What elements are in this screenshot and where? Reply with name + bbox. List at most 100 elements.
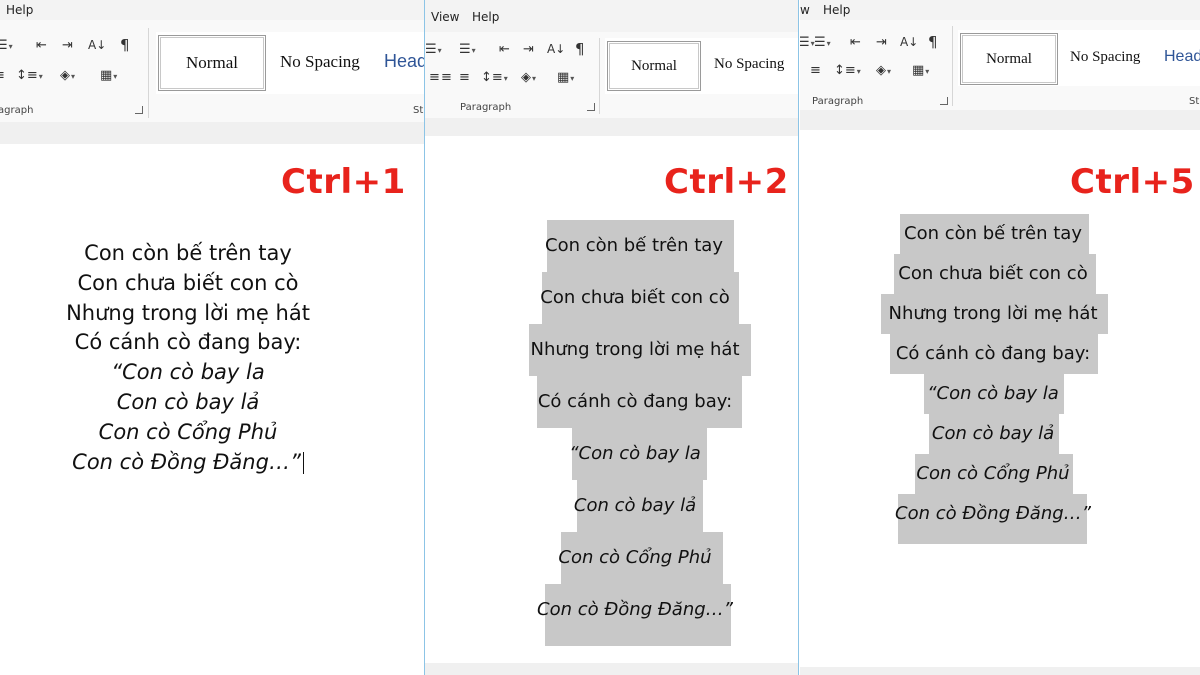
sort-icon[interactable]: A↓: [547, 41, 565, 57]
borders-icon[interactable]: ▦▾: [557, 70, 574, 87]
sort-icon[interactable]: A↓: [900, 34, 918, 50]
multilevel-list-icon[interactable]: ☰▾: [814, 35, 831, 52]
style-no-spacing[interactable]: No Spacing: [280, 52, 360, 72]
styles-gallery: Normal No Spacing Head: [156, 32, 424, 94]
bullets-icon[interactable]: ☰▾: [425, 42, 442, 59]
align-center-icon[interactable]: ≡: [441, 70, 452, 86]
style-no-spacing[interactable]: No Spacing: [1070, 49, 1140, 66]
line-spacing-icon[interactable]: ↕≡▾: [16, 68, 43, 85]
shading-icon[interactable]: ◈▾: [876, 63, 891, 80]
borders-icon[interactable]: ▦▾: [912, 63, 929, 80]
poem-line: Con cò Đồng Đăng…”: [72, 449, 301, 474]
poem-line: Con cò bay lả: [931, 423, 1055, 444]
menu-bar: View Help: [425, 0, 798, 32]
ribbon: ☰▾ ⇤ ⇥ A↓ ¶ ≡ ↕≡▾ ◈▾ ▦▾ agraph Normal No…: [0, 20, 424, 122]
shading-icon[interactable]: ◈▾: [521, 70, 536, 87]
menu-bar: Help: [0, 0, 424, 20]
group-divider: [952, 26, 953, 106]
menu-view[interactable]: View: [431, 10, 459, 24]
line-spacing-icon[interactable]: ↕≡▾: [834, 63, 861, 80]
poem-line: Con cò Đồng Đăng…”: [895, 503, 1091, 524]
poem-line: Có cánh cò đang bay:: [895, 343, 1091, 364]
align-left-icon[interactable]: ≡: [429, 70, 440, 86]
style-normal[interactable]: Normal: [607, 41, 701, 91]
screenshot-comparison: Help ☰▾ ⇤ ⇥ A↓ ¶ ≡ ↕≡▾ ◈▾ ▦▾ agraph Norm…: [0, 0, 1200, 675]
poem-block: Con còn bế trên tay Con chưa biết con cò…: [30, 239, 346, 477]
line-spacing-icon[interactable]: ↕≡▾: [481, 70, 508, 87]
pilcrow-icon[interactable]: ¶: [928, 34, 938, 50]
poem-line: Có cánh cò đang bay:: [74, 330, 302, 355]
text-cursor: [302, 451, 304, 474]
paragraph-group-label: Paragraph: [812, 96, 864, 107]
poem-line: Con cò Đồng Đăng…”: [537, 599, 733, 620]
bullets-icon[interactable]: ☰▾: [800, 35, 815, 52]
sort-icon[interactable]: A↓: [88, 37, 106, 53]
increase-indent-icon[interactable]: ⇥: [62, 38, 73, 54]
style-normal[interactable]: Normal: [960, 33, 1058, 85]
poem-line: Con cò Cổng Phủ: [558, 547, 712, 568]
style-no-spacing[interactable]: No Spacing: [714, 56, 784, 73]
paragraph-dialog-launcher-icon[interactable]: [940, 97, 948, 105]
pilcrow-icon[interactable]: ¶: [575, 41, 585, 57]
borders-icon[interactable]: ▦▾: [100, 68, 117, 85]
shortcut-label: Ctrl+2: [664, 162, 789, 202]
document-page[interactable]: Ctrl+5 Con còn bế trên tay Con chưa biết…: [800, 130, 1200, 667]
poem-line: “Con cò bay la: [569, 443, 701, 464]
document-gap: [0, 122, 424, 144]
poem-line: Con cò Cổng Phủ: [98, 419, 278, 444]
menu-bar: w Help: [800, 0, 1200, 20]
group-divider: [148, 28, 149, 118]
pilcrow-icon[interactable]: ¶: [120, 37, 130, 53]
decrease-indent-icon[interactable]: ⇤: [36, 38, 47, 54]
decrease-indent-icon[interactable]: ⇤: [499, 42, 510, 58]
document-page[interactable]: Ctrl+1 Con còn bế trên tay Con chưa biết…: [0, 144, 424, 675]
menu-help[interactable]: Help: [823, 3, 850, 17]
paragraph-group-label: agraph: [0, 105, 34, 116]
poem-line: Con còn bế trên tay: [545, 235, 723, 256]
ribbon: ☰▾ ☰▾ ⇤ ⇥ A↓ ¶ ≡ ↕≡▾ ◈▾ ▦▾ Paragraph Nor…: [800, 20, 1200, 110]
poem-block: Con còn bế trên tay Con chưa biết con cò…: [445, 220, 798, 636]
poem-line: “Con cò bay la: [927, 383, 1059, 404]
multilevel-list-icon[interactable]: ☰▾: [0, 38, 13, 55]
poem-line: Nhưng trong lời mẹ hát: [530, 339, 740, 360]
menu-help[interactable]: Help: [6, 3, 33, 17]
shortcut-label: Ctrl+1: [281, 162, 406, 202]
word-panel-ctrl2: View Help ☰▾ ☰▾ ⇤ ⇥ A↓ ¶ ≡ ≡ ≡ ↕≡▾ ◈▾ ▦▾…: [424, 0, 799, 675]
multilevel-list-icon[interactable]: ☰▾: [459, 42, 476, 59]
poem-line: Con cò Cổng Phủ: [916, 463, 1070, 484]
menu-help[interactable]: Help: [472, 10, 499, 24]
justify-icon[interactable]: ≡: [810, 63, 821, 79]
document-gap: [425, 118, 798, 136]
ribbon: ☰▾ ☰▾ ⇤ ⇥ A↓ ¶ ≡ ≡ ≡ ↕≡▾ ◈▾ ▦▾ Paragraph…: [425, 32, 798, 118]
style-normal[interactable]: Normal: [158, 35, 266, 91]
style-heading[interactable]: Head: [1164, 48, 1200, 66]
document-gap: [800, 110, 1200, 130]
style-heading[interactable]: Head: [384, 51, 424, 72]
styles-group-label: St: [413, 105, 424, 116]
menu-view[interactable]: w: [800, 3, 810, 17]
shading-icon[interactable]: ◈▾: [60, 68, 75, 85]
poem-line: Con còn bế trên tay: [904, 223, 1082, 244]
styles-group-label: St: [1189, 96, 1200, 107]
increase-indent-icon[interactable]: ⇥: [523, 42, 534, 58]
paragraph-group-label: Paragraph: [460, 102, 512, 113]
poem-line-last: Con cò Đồng Đăng…”: [30, 448, 346, 478]
poem-line: Con chưa biết con cò: [77, 270, 299, 295]
group-divider: [599, 38, 600, 114]
justify-icon[interactable]: ≡: [459, 70, 470, 86]
document-page[interactable]: Ctrl+2 Con còn bế trên tay Con chưa biết…: [425, 136, 798, 663]
word-panel-ctrl1: Help ☰▾ ⇤ ⇥ A↓ ¶ ≡ ↕≡▾ ◈▾ ▦▾ agraph Norm…: [0, 0, 424, 675]
justify-icon[interactable]: ≡: [0, 68, 5, 84]
word-panel-ctrl5: w Help ☰▾ ☰▾ ⇤ ⇥ A↓ ¶ ≡ ↕≡▾ ◈▾ ▦▾ Paragr…: [800, 0, 1200, 675]
poem-block: Con còn bế trên tay Con chưa biết con cò…: [800, 214, 1186, 534]
poem-line: Nhưng trong lời mẹ hát: [66, 300, 310, 325]
decrease-indent-icon[interactable]: ⇤: [850, 35, 861, 51]
poem-line: “Con cò bay la: [111, 360, 265, 385]
paragraph-dialog-launcher-icon[interactable]: [135, 106, 143, 114]
increase-indent-icon[interactable]: ⇥: [876, 35, 887, 51]
poem-line: Con chưa biết con cò: [540, 287, 730, 308]
shortcut-label: Ctrl+5: [1070, 162, 1195, 202]
paragraph-dialog-launcher-icon[interactable]: [587, 103, 595, 111]
poem-line: Có cánh cò đang bay:: [537, 391, 733, 412]
poem-line: Con cò bay lả: [116, 389, 260, 414]
